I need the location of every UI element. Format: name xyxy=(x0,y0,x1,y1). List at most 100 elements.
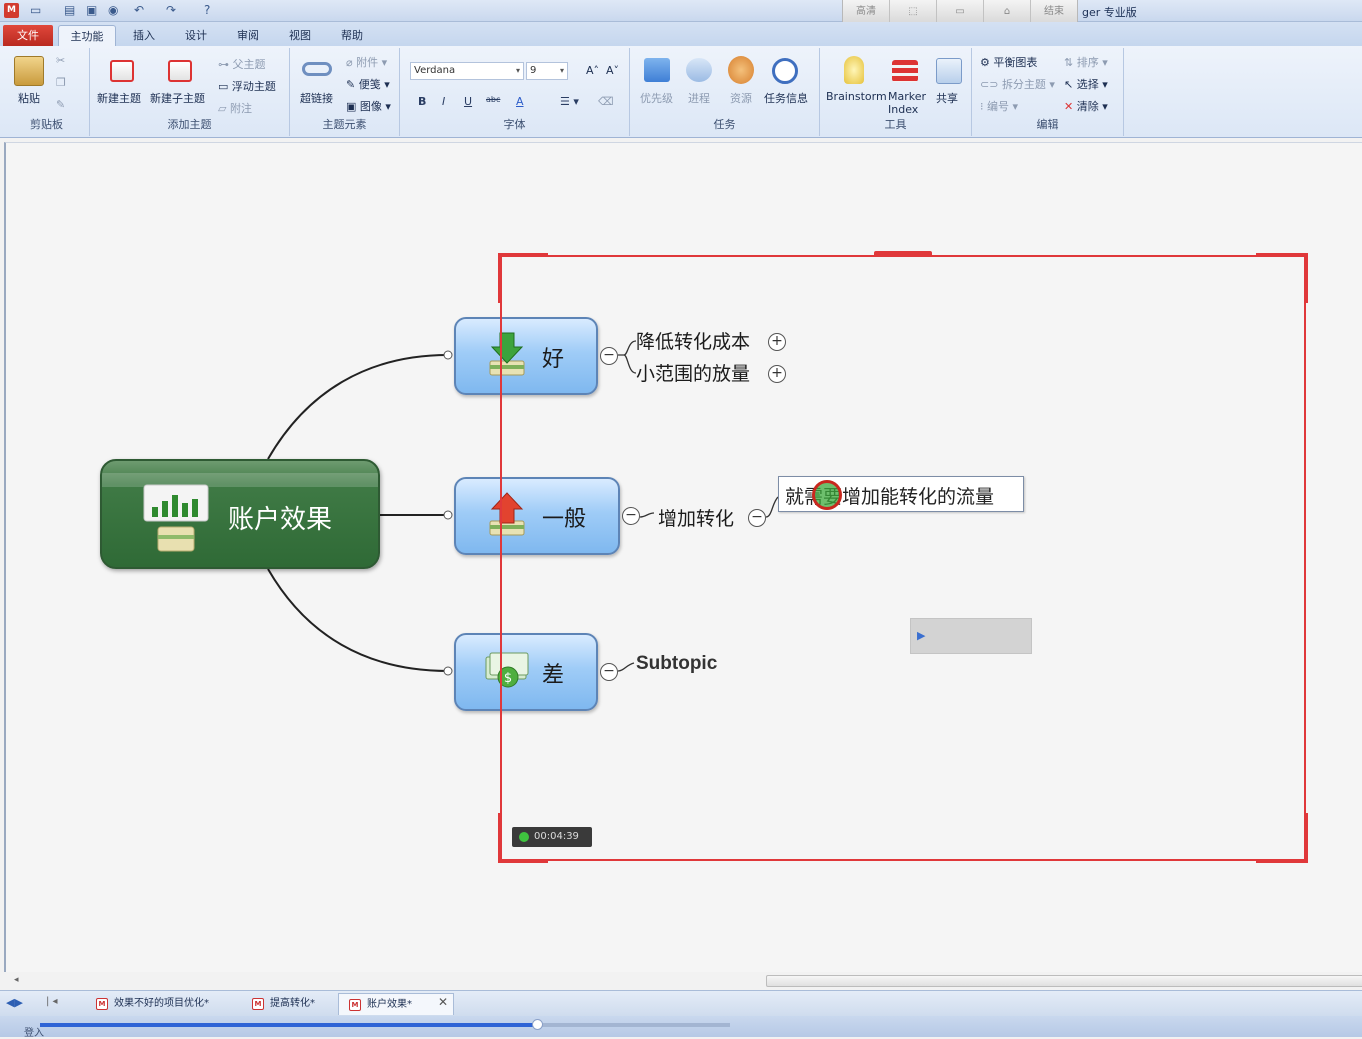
tab-file[interactable]: 文件 xyxy=(3,25,53,46)
subtopic-increase-conversion[interactable]: 增加转化 xyxy=(658,504,734,531)
tab-help[interactable]: 帮助 xyxy=(334,25,370,46)
horizontal-scrollbar[interactable] xyxy=(766,975,1362,987)
tab-design[interactable]: 设计 xyxy=(178,25,214,46)
floating-topic-button[interactable]: ▭ 浮动主题 xyxy=(218,78,276,94)
new-topic-button[interactable]: 新建主题 xyxy=(97,90,141,106)
share-button[interactable]: 共享 xyxy=(936,90,958,106)
prev-doc-icon[interactable]: ◀▶ xyxy=(6,996,23,1009)
collapse-poor-icon[interactable]: − xyxy=(600,663,618,681)
shrink-font-icon[interactable]: A˅ xyxy=(606,64,619,77)
resource-button[interactable]: 资源 xyxy=(730,90,752,106)
brainstorm-icon[interactable] xyxy=(844,56,864,84)
help-icon[interactable]: ? xyxy=(204,3,210,18)
brainstorm-button[interactable]: Brainstorm xyxy=(826,90,887,103)
marker-index-button[interactable]: Marker xyxy=(888,90,926,103)
split-topic-button[interactable]: ⊂⊃ 拆分主题 ▾ xyxy=(980,76,1055,92)
align-icon[interactable]: ☰ ▾ xyxy=(560,95,579,108)
task-info-icon[interactable] xyxy=(772,58,798,84)
doc-tab-2[interactable]: M 提高转化* xyxy=(242,993,334,1015)
tab-home[interactable]: 主功能 xyxy=(58,25,116,46)
note-button[interactable]: ▱ 附注 xyxy=(218,100,252,116)
format-painter-icon[interactable]: ✎ xyxy=(56,98,65,111)
hyperlink-button[interactable]: 超链接 xyxy=(300,90,333,106)
topic-poor[interactable]: $ 差 xyxy=(454,633,598,711)
progress-button[interactable]: 进程 xyxy=(688,90,710,106)
subtopic-placeholder[interactable]: Subtopic xyxy=(636,653,717,675)
doc-tab-3[interactable]: M 账户效果* xyxy=(338,993,454,1015)
playback-knob[interactable] xyxy=(532,1019,543,1030)
share-icon[interactable] xyxy=(936,58,962,84)
collapse-increase-conversion-icon[interactable]: − xyxy=(748,509,766,527)
numbering-button[interactable]: ⁝ 编号 ▾ xyxy=(980,98,1018,114)
task-info-button[interactable]: 任务信息 xyxy=(764,90,808,106)
collapse-good-icon[interactable]: − xyxy=(600,347,618,365)
resource-icon[interactable] xyxy=(728,56,754,84)
clear-button[interactable]: ✕ 清除 ▾ xyxy=(1064,98,1108,114)
group-font: Verdana ▾ 9 ▾ A˄ A˅ B I U abc A ☰ ▾ ⌫ 字体 xyxy=(400,48,630,136)
topic-average[interactable]: 一般 xyxy=(454,477,620,555)
map-canvas[interactable]: 账户效果 好 − 降低转化成本 + 小范围的放量 + 一般 − 增加转化 − $… xyxy=(4,142,1362,987)
expand-lower-cost-icon[interactable]: + xyxy=(768,333,786,351)
recorder-home-button[interactable]: ⌂ xyxy=(984,0,1031,23)
parent-topic-button[interactable]: ⊶ 父主题 xyxy=(218,56,266,72)
recorder-toolbar: 高清 ⬚ ▭ ⌂ 结束 xyxy=(842,0,1078,24)
expand-small-scale-icon[interactable]: + xyxy=(768,365,786,383)
hyperlink-icon[interactable] xyxy=(302,62,332,76)
grow-font-icon[interactable]: A˄ xyxy=(586,64,599,77)
marker-index-icon[interactable] xyxy=(892,60,918,82)
priority-icon[interactable] xyxy=(644,58,670,82)
new-subtopic-button[interactable]: 新建子主题 xyxy=(150,90,205,106)
new-topic-icon[interactable] xyxy=(110,60,134,82)
italic-button[interactable]: I xyxy=(442,95,445,108)
central-topic[interactable]: 账户效果 xyxy=(100,459,380,569)
attachment-button[interactable]: ⌀ 附件 ▾ xyxy=(346,54,387,70)
subtopic-small-scale[interactable]: 小范围的放量 xyxy=(636,359,750,386)
progress-icon[interactable] xyxy=(686,58,712,82)
new-subtopic-icon[interactable] xyxy=(168,60,192,82)
paste-button[interactable]: 粘贴 xyxy=(18,90,40,106)
new-file-icon[interactable]: ▭ xyxy=(30,3,41,18)
tab-review[interactable]: 审阅 xyxy=(230,25,266,46)
topic-good[interactable]: 好 xyxy=(454,317,598,395)
balance-map-button[interactable]: ⚙ 平衡图表 xyxy=(980,54,1037,70)
open-folder-icon[interactable]: ▤ xyxy=(64,3,75,18)
recorder-window-button[interactable]: ▭ xyxy=(937,0,984,23)
font-color-button[interactable]: A xyxy=(516,95,524,108)
upload-arrow-icon xyxy=(489,492,525,536)
subtopic-lower-cost[interactable]: 降低转化成本 xyxy=(636,327,750,354)
paste-icon[interactable] xyxy=(14,56,44,86)
save-icon[interactable]: ▣ xyxy=(86,3,97,18)
strikethrough-button[interactable]: abc xyxy=(486,95,500,104)
floating-popup[interactable]: ▶ xyxy=(910,618,1032,654)
doc-list-icon[interactable]: | ◂ xyxy=(46,996,58,1007)
image-button[interactable]: ▣ 图像 ▾ xyxy=(346,98,391,114)
underline-button[interactable]: U xyxy=(464,95,472,108)
recorder-hd-button[interactable]: 高清 xyxy=(843,0,890,23)
capture-frame-handle[interactable] xyxy=(874,251,932,257)
clear-x-icon: ✕ xyxy=(1064,100,1074,113)
font-family-select[interactable]: Verdana ▾ xyxy=(410,62,524,80)
cut-icon[interactable]: ✂ xyxy=(56,54,65,67)
close-doc-icon[interactable]: ✕ xyxy=(438,995,448,1009)
marker-index-button-line2[interactable]: Index xyxy=(888,103,918,116)
copy-icon[interactable]: ❐ xyxy=(56,76,66,89)
font-size-select[interactable]: 9 ▾ xyxy=(526,62,568,80)
undo-icon[interactable]: ↶ xyxy=(134,3,144,18)
recorder-region-button[interactable]: ⬚ xyxy=(890,0,937,23)
bold-button[interactable]: B xyxy=(418,95,426,108)
clear-format-icon[interactable]: ⌫ xyxy=(598,95,614,108)
tab-insert[interactable]: 插入 xyxy=(126,25,162,46)
recorder-stop-button[interactable]: 结束 xyxy=(1031,0,1077,23)
scroll-left-arrow-icon[interactable]: ◂ xyxy=(14,975,19,985)
doc-tab-1[interactable]: M 效果不好的项目优化* xyxy=(86,993,238,1015)
select-button[interactable]: ↖ 选择 ▾ xyxy=(1064,76,1108,92)
notes-button[interactable]: ✎ 便笺 ▾ xyxy=(346,76,390,92)
publish-icon[interactable]: ◉ xyxy=(108,3,118,18)
collapse-average-icon[interactable]: − xyxy=(622,507,640,525)
topic-good-label: 好 xyxy=(542,347,565,372)
redo-icon[interactable]: ↷ xyxy=(166,3,176,18)
tab-view[interactable]: 视图 xyxy=(282,25,318,46)
sort-button[interactable]: ⇅ 排序 ▾ xyxy=(1064,54,1108,70)
priority-button[interactable]: 优先级 xyxy=(640,90,673,106)
app-logo-icon[interactable]: M xyxy=(4,3,19,18)
